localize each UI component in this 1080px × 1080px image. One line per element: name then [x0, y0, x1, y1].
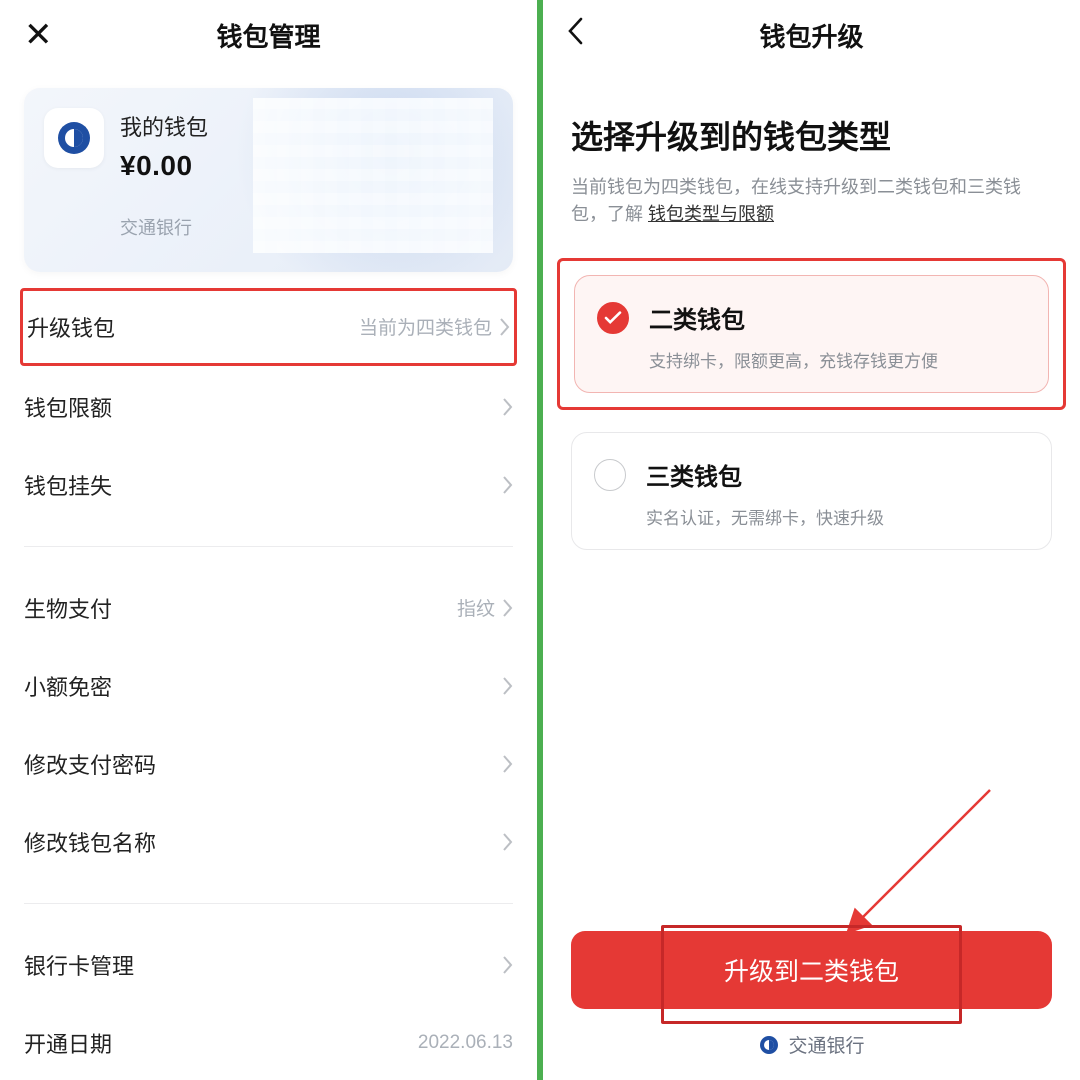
wallet-upgrade-screen: 钱包升级 选择升级到的钱包类型 当前钱包为四类钱包，在线支持升级到二类钱包和三类… [543, 0, 1080, 1080]
censored-area [253, 98, 493, 253]
close-icon[interactable]: ✕ [24, 18, 53, 52]
wallet-types-link[interactable]: 钱包类型与限额 [648, 204, 774, 224]
section-subtext: 当前钱包为四类钱包，在线支持升级到二类钱包和三类钱包，了解 钱包类型与限额 [571, 174, 1052, 228]
bank-logo-icon [758, 1034, 780, 1056]
chevron-right-icon [503, 476, 513, 494]
chevron-right-icon [503, 677, 513, 695]
header: ✕ 钱包管理 [0, 0, 537, 70]
section-heading: 选择升级到的钱包类型 [571, 112, 1052, 158]
option-wallet-type-2[interactable]: 二类钱包 支持绑卡，限额更高，充钱存钱更方便 [574, 275, 1049, 393]
header: 钱包升级 [543, 0, 1080, 70]
row-change-pay-pwd[interactable]: 修改支付密码 [24, 725, 513, 803]
footer-brand: 交通银行 [571, 1031, 1052, 1058]
chevron-right-icon [503, 833, 513, 851]
bank-logo-icon [44, 108, 104, 168]
wallet-balance: ¥0.00 [120, 150, 208, 182]
annotation-arrow-icon [840, 785, 1000, 940]
row-small-nopwd[interactable]: 小额免密 [24, 647, 513, 725]
highlight-upgrade: 升级钱包 当前为四类钱包 [20, 288, 517, 366]
option-wallet-type-3[interactable]: 三类钱包 实名认证，无需绑卡，快速升级 [571, 432, 1052, 550]
wallet-card[interactable]: 我的钱包 ¥0.00 交通银行 [24, 88, 513, 272]
wallet-management-screen: ✕ 钱包管理 我的钱包 ¥0.00 交通银行 升级钱包 当前为四类钱包 [0, 0, 537, 1080]
row-wallet-limit[interactable]: 钱包限额 [24, 368, 513, 446]
wallet-name: 我的钱包 [120, 110, 208, 142]
chevron-right-icon [503, 956, 513, 974]
row-upgrade-wallet[interactable]: 升级钱包 当前为四类钱包 [27, 291, 510, 363]
row-bank-cards[interactable]: 银行卡管理 [24, 926, 513, 1004]
row-bio-pay[interactable]: 生物支付 指纹 [24, 569, 513, 647]
back-icon[interactable] [567, 17, 587, 53]
radio-unchecked-icon [594, 459, 626, 491]
row-wallet-loss[interactable]: 钱包挂失 [24, 446, 513, 524]
chevron-right-icon [503, 599, 513, 617]
page-title: 钱包管理 [0, 17, 537, 54]
chevron-right-icon [500, 318, 510, 336]
upgrade-button[interactable]: 升级到二类钱包 [571, 931, 1052, 1009]
page-title: 钱包升级 [543, 17, 1080, 54]
settings-list-1: 升级钱包 当前为四类钱包 钱包限额 钱包挂失 生物支付 指纹 小额免密 修改支付… [0, 272, 537, 1080]
highlight-option-2: 二类钱包 支持绑卡，限额更高，充钱存钱更方便 [557, 258, 1066, 410]
radio-checked-icon [597, 302, 629, 334]
chevron-right-icon [503, 755, 513, 773]
chevron-right-icon [503, 398, 513, 416]
row-rename-wallet[interactable]: 修改钱包名称 [24, 803, 513, 881]
row-open-date: 开通日期 2022.06.13 [24, 1004, 513, 1080]
